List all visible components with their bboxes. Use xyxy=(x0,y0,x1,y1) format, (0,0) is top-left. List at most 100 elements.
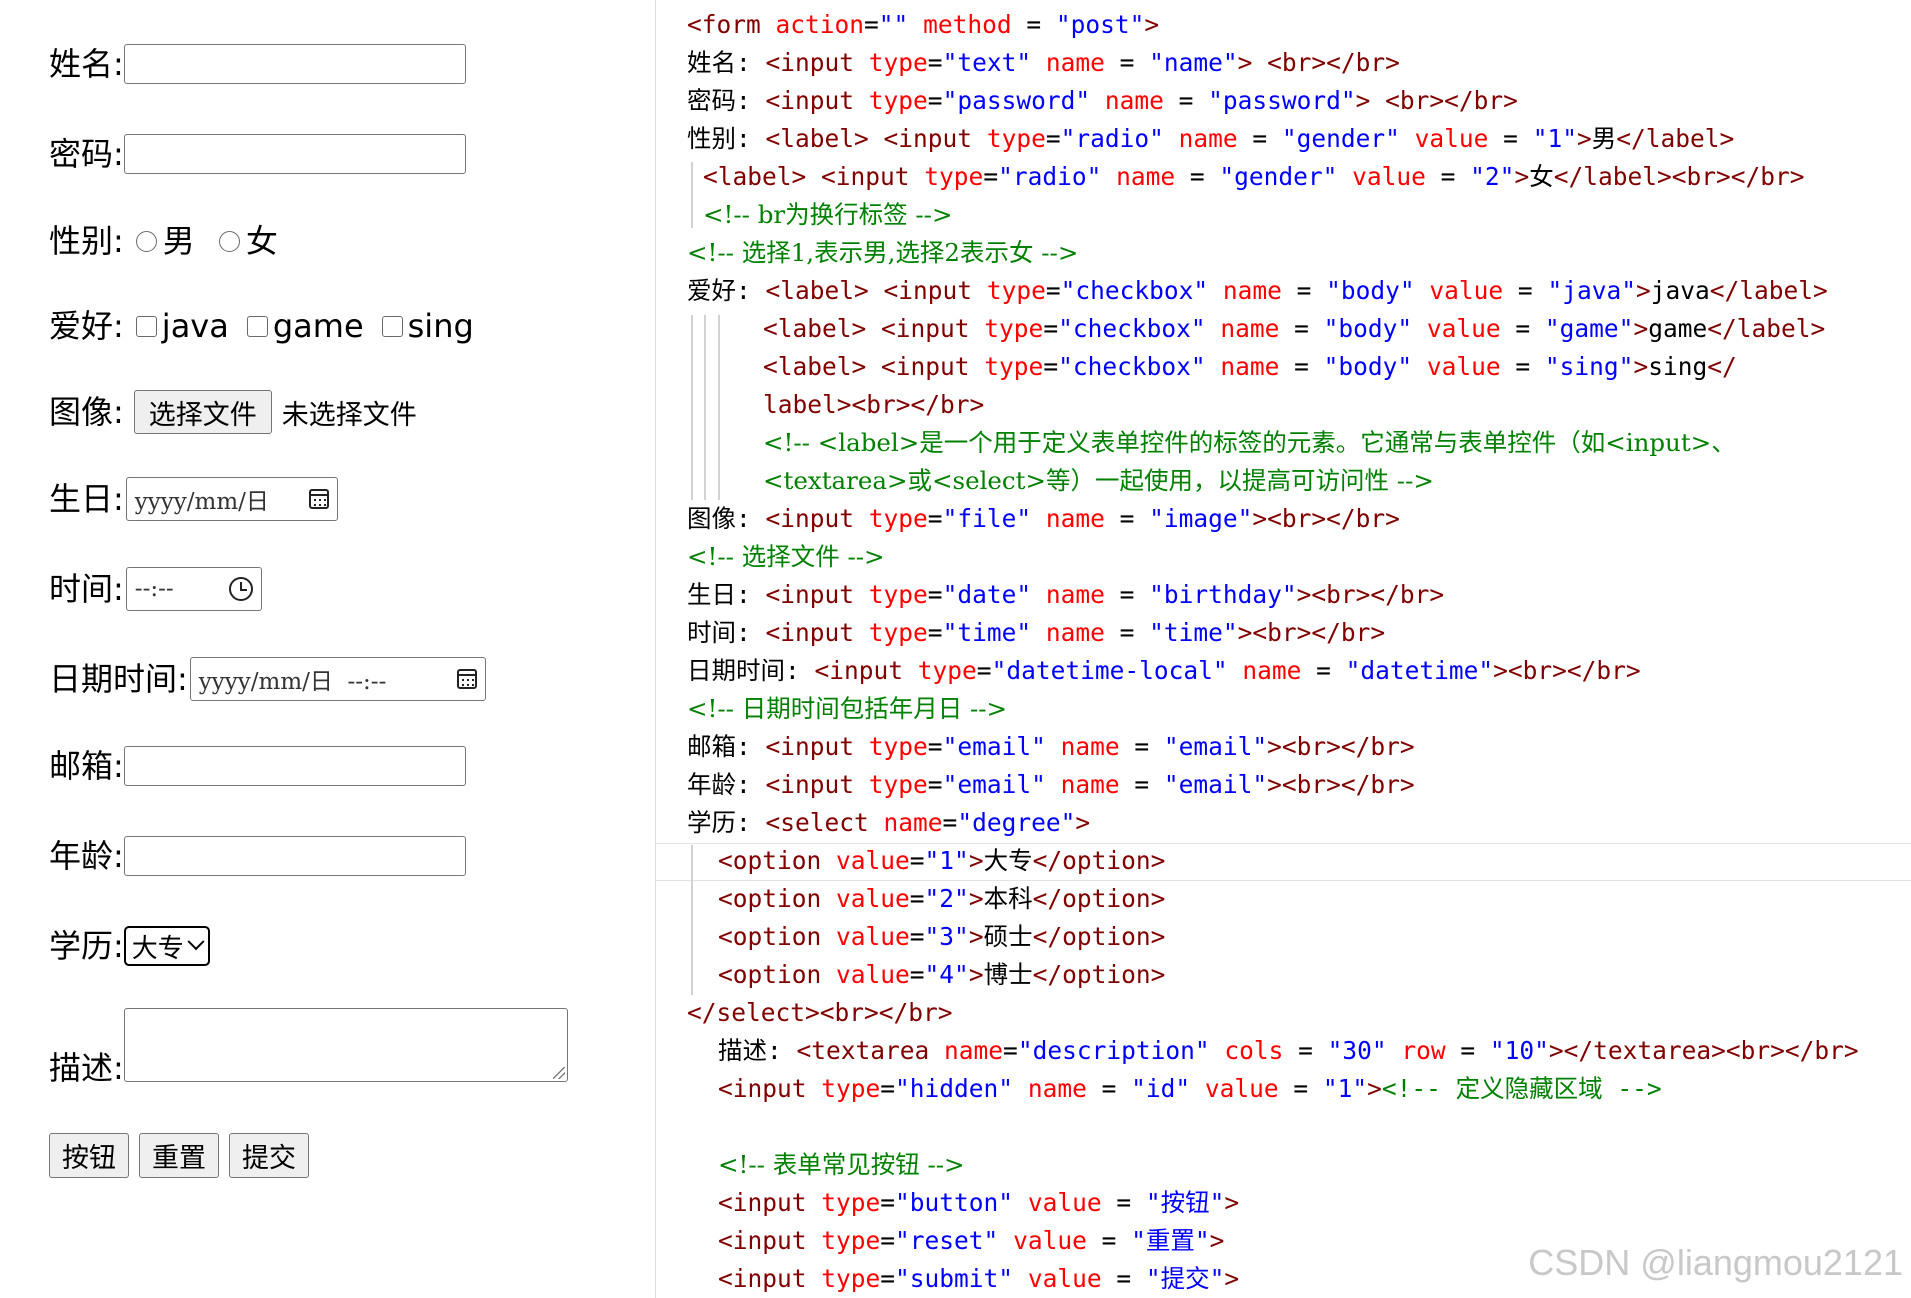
code-token-tag: <input xyxy=(718,1188,807,1217)
description-textarea[interactable] xyxy=(123,1008,568,1082)
code-token-text: = xyxy=(927,618,943,647)
code-token-text: = xyxy=(1279,314,1324,343)
code-token-value: "text" xyxy=(942,48,1032,77)
code-token-tag: <br></br> xyxy=(1267,48,1400,77)
submit-button[interactable]: 提交 xyxy=(229,1133,309,1178)
file-status-text: 未选择文件 xyxy=(281,399,417,431)
hobby-sing-checkbox[interactable] xyxy=(381,315,403,337)
code-token-text: = xyxy=(1163,86,1209,115)
code-token-attr: name xyxy=(868,808,943,837)
gender-male-radio[interactable] xyxy=(135,230,157,252)
name-row: 姓名: xyxy=(49,44,466,84)
code-token-attr: method xyxy=(908,10,1012,39)
code-token-value: "按钮" xyxy=(1145,1188,1225,1217)
time-input[interactable]: --:-- xyxy=(125,567,262,611)
code-line: 密码: <input type="password" name = "passw… xyxy=(687,86,1518,116)
code-token-attr: type xyxy=(854,48,928,77)
code-token-attr: value xyxy=(821,960,910,989)
code-token-attr: type xyxy=(969,352,1044,381)
code-token-text: 男 xyxy=(1591,124,1617,153)
name-input[interactable] xyxy=(123,44,466,84)
code-token-value: "time" xyxy=(1149,618,1238,647)
code-token-comment: <!-- <label>是一个用于定义表单控件的标签的元素。它通常与表单控件（如… xyxy=(763,428,1736,457)
hobby-java-checkbox[interactable] xyxy=(135,315,157,337)
gender-female-radio[interactable] xyxy=(218,230,240,252)
code-token-text: 图像: xyxy=(687,504,766,533)
code-token-value: "game" xyxy=(1544,314,1634,343)
code-token-text: = xyxy=(1104,504,1150,533)
code-token-text: = xyxy=(1503,276,1548,305)
code-token-value: "email" xyxy=(942,732,1046,761)
code-token-attr: type xyxy=(854,504,928,533)
code-token-tag: <textarea xyxy=(796,1036,930,1065)
code-token-value: "email" xyxy=(1163,732,1268,761)
code-token-text: = xyxy=(1086,1226,1132,1255)
code-token-value: "email" xyxy=(942,770,1046,799)
code-token-tag: > xyxy=(1209,1226,1225,1255)
code-token-text: = xyxy=(927,48,943,77)
code-token-tag: ><br></br> xyxy=(1237,618,1386,647)
code-token-attr: type xyxy=(806,1264,881,1293)
code-token-tag: </label><br></br> xyxy=(1553,162,1805,191)
code-token-value: "radio" xyxy=(998,162,1102,191)
birthday-date-input[interactable]: yyyy/mm/日 xyxy=(125,477,338,521)
code-token-text: 日期时间: xyxy=(687,656,815,685)
code-token-text: = xyxy=(1003,1036,1018,1065)
code-token-value: "2" xyxy=(924,884,969,913)
code-token-attr: name xyxy=(1205,352,1280,381)
resize-grip-icon[interactable] xyxy=(552,1067,565,1079)
indent-guide xyxy=(691,315,693,500)
code-token-attr: type xyxy=(806,1074,881,1103)
code-line: <input type="hidden" name = "id" value =… xyxy=(718,1074,1662,1104)
code-token-tag: <form xyxy=(687,10,761,39)
clock-icon[interactable] xyxy=(228,577,253,601)
code-token-tag: <input xyxy=(718,1264,807,1293)
reset-button[interactable]: 重置 xyxy=(139,1133,219,1178)
code-token-tag: label><br></br> xyxy=(763,390,985,419)
code-token-tag: > xyxy=(1144,10,1160,39)
degree-select[interactable]: 大专 xyxy=(123,926,210,966)
degree-selected-value: 大专 xyxy=(131,933,184,964)
code-token-text: java xyxy=(1650,276,1710,305)
calendar-icon[interactable] xyxy=(456,669,477,689)
code-token-tag: </option> xyxy=(1032,846,1166,875)
code-token-text: 本科 xyxy=(983,884,1033,913)
code-token-attr: type xyxy=(972,124,1046,153)
code-token-text: game xyxy=(1648,314,1708,343)
password-input[interactable] xyxy=(123,134,466,174)
code-token-text: = xyxy=(1425,162,1471,191)
code-token-attr: type xyxy=(806,1226,881,1255)
code-token-value: "sing" xyxy=(1544,352,1634,381)
watermark: CSDN @liangmou2121 xyxy=(1528,1242,1903,1283)
code-token-value: "" xyxy=(878,10,909,39)
age-input[interactable] xyxy=(123,836,466,876)
code-token-text: = xyxy=(909,884,925,913)
code-token-attr: value xyxy=(1399,124,1489,153)
calendar-icon[interactable] xyxy=(308,489,329,509)
code-token-text: = xyxy=(942,808,958,837)
code-token-tag: ><br></br> xyxy=(1296,580,1445,609)
code-token-text: = xyxy=(880,1188,896,1217)
code-token-tag: </select><br></br> xyxy=(687,998,953,1027)
datetime-local-input[interactable]: yyyy/mm/日 --:-- xyxy=(189,657,486,701)
code-token-value: "body" xyxy=(1326,276,1415,305)
hobby-game-checkbox[interactable] xyxy=(246,315,268,337)
code-token-text: 女 xyxy=(1529,162,1554,191)
email-input[interactable] xyxy=(123,746,466,786)
code-token-value: "description" xyxy=(1017,1036,1210,1065)
code-token-attr: name xyxy=(1101,162,1176,191)
code-token-text: = xyxy=(927,504,943,533)
code-line: <option value="3">硕士</option> xyxy=(718,922,1165,952)
code-line: 邮箱: <input type="email" name = "email"><… xyxy=(687,732,1415,762)
code-token-value: "post" xyxy=(1055,10,1145,39)
choose-file-button[interactable]: 选择文件 xyxy=(133,390,272,434)
code-token-text: = xyxy=(1283,1036,1328,1065)
code-token-attr: name xyxy=(1031,580,1105,609)
button-button[interactable]: 按钮 xyxy=(49,1133,129,1178)
code-token-text: = xyxy=(1278,1074,1323,1103)
code-token-tag: <input xyxy=(718,1074,807,1103)
name-label: 姓名: xyxy=(49,45,124,83)
code-token-text: 姓名: xyxy=(687,48,766,77)
